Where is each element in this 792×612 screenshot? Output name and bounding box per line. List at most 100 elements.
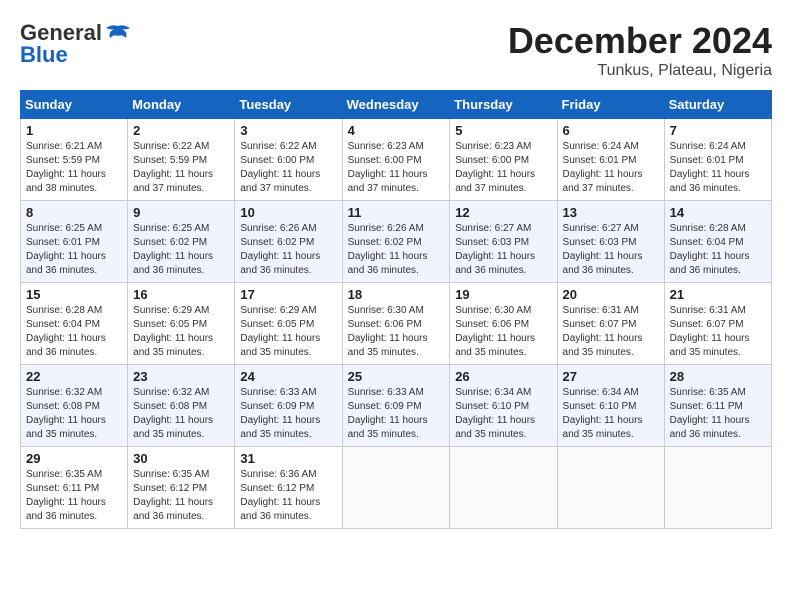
day-info: Sunrise: 6:25 AMSunset: 6:02 PMDaylight:…	[133, 223, 213, 276]
calendar-cell	[342, 447, 450, 529]
calendar-cell: 11 Sunrise: 6:26 AMSunset: 6:02 PMDaylig…	[342, 201, 450, 283]
day-number: 26	[455, 369, 551, 384]
day-number: 21	[670, 287, 766, 302]
day-number: 3	[240, 123, 336, 138]
calendar-cell: 18 Sunrise: 6:30 AMSunset: 6:06 PMDaylig…	[342, 283, 450, 365]
day-number: 4	[348, 123, 445, 138]
calendar-cell	[557, 447, 664, 529]
calendar-week-row: 8 Sunrise: 6:25 AMSunset: 6:01 PMDayligh…	[21, 201, 772, 283]
header: General Blue December 2024 Tunkus, Plate…	[20, 20, 772, 80]
day-number: 24	[240, 369, 336, 384]
calendar-header-saturday: Saturday	[664, 91, 771, 119]
day-number: 28	[670, 369, 766, 384]
calendar-cell: 10 Sunrise: 6:26 AMSunset: 6:02 PMDaylig…	[235, 201, 342, 283]
calendar-cell	[450, 447, 557, 529]
calendar-cell: 20 Sunrise: 6:31 AMSunset: 6:07 PMDaylig…	[557, 283, 664, 365]
calendar-cell: 7 Sunrise: 6:24 AMSunset: 6:01 PMDayligh…	[664, 119, 771, 201]
calendar-cell: 25 Sunrise: 6:33 AMSunset: 6:09 PMDaylig…	[342, 365, 450, 447]
day-info: Sunrise: 6:32 AMSunset: 6:08 PMDaylight:…	[133, 387, 213, 440]
calendar-cell: 19 Sunrise: 6:30 AMSunset: 6:06 PMDaylig…	[450, 283, 557, 365]
calendar-cell: 2 Sunrise: 6:22 AMSunset: 5:59 PMDayligh…	[128, 119, 235, 201]
day-number: 6	[563, 123, 659, 138]
day-info: Sunrise: 6:30 AMSunset: 6:06 PMDaylight:…	[348, 305, 428, 358]
day-number: 20	[563, 287, 659, 302]
day-number: 2	[133, 123, 229, 138]
calendar-cell: 23 Sunrise: 6:32 AMSunset: 6:08 PMDaylig…	[128, 365, 235, 447]
day-number: 10	[240, 205, 336, 220]
day-info: Sunrise: 6:34 AMSunset: 6:10 PMDaylight:…	[455, 387, 535, 440]
day-info: Sunrise: 6:29 AMSunset: 6:05 PMDaylight:…	[240, 305, 320, 358]
day-info: Sunrise: 6:33 AMSunset: 6:09 PMDaylight:…	[348, 387, 428, 440]
calendar-cell: 3 Sunrise: 6:22 AMSunset: 6:00 PMDayligh…	[235, 119, 342, 201]
day-number: 31	[240, 451, 336, 466]
day-info: Sunrise: 6:31 AMSunset: 6:07 PMDaylight:…	[670, 305, 750, 358]
calendar-cell: 9 Sunrise: 6:25 AMSunset: 6:02 PMDayligh…	[128, 201, 235, 283]
calendar-cell: 4 Sunrise: 6:23 AMSunset: 6:00 PMDayligh…	[342, 119, 450, 201]
day-info: Sunrise: 6:24 AMSunset: 6:01 PMDaylight:…	[563, 141, 643, 194]
day-number: 1	[26, 123, 122, 138]
calendar-cell: 1 Sunrise: 6:21 AMSunset: 5:59 PMDayligh…	[21, 119, 128, 201]
logo-blue-text: Blue	[20, 42, 68, 68]
day-info: Sunrise: 6:32 AMSunset: 6:08 PMDaylight:…	[26, 387, 106, 440]
day-info: Sunrise: 6:23 AMSunset: 6:00 PMDaylight:…	[348, 141, 428, 194]
location-subtitle: Tunkus, Plateau, Nigeria	[508, 62, 772, 80]
day-number: 30	[133, 451, 229, 466]
day-info: Sunrise: 6:27 AMSunset: 6:03 PMDaylight:…	[455, 223, 535, 276]
day-number: 19	[455, 287, 551, 302]
day-info: Sunrise: 6:23 AMSunset: 6:00 PMDaylight:…	[455, 141, 535, 194]
day-info: Sunrise: 6:34 AMSunset: 6:10 PMDaylight:…	[563, 387, 643, 440]
calendar-header-sunday: Sunday	[21, 91, 128, 119]
calendar-cell: 15 Sunrise: 6:28 AMSunset: 6:04 PMDaylig…	[21, 283, 128, 365]
calendar-cell: 28 Sunrise: 6:35 AMSunset: 6:11 PMDaylig…	[664, 365, 771, 447]
calendar-header-wednesday: Wednesday	[342, 91, 450, 119]
day-info: Sunrise: 6:28 AMSunset: 6:04 PMDaylight:…	[670, 223, 750, 276]
day-number: 13	[563, 205, 659, 220]
day-info: Sunrise: 6:25 AMSunset: 6:01 PMDaylight:…	[26, 223, 106, 276]
day-info: Sunrise: 6:21 AMSunset: 5:59 PMDaylight:…	[26, 141, 106, 194]
day-info: Sunrise: 6:28 AMSunset: 6:04 PMDaylight:…	[26, 305, 106, 358]
calendar-header-thursday: Thursday	[450, 91, 557, 119]
calendar-cell: 8 Sunrise: 6:25 AMSunset: 6:01 PMDayligh…	[21, 201, 128, 283]
day-info: Sunrise: 6:30 AMSunset: 6:06 PMDaylight:…	[455, 305, 535, 358]
day-number: 7	[670, 123, 766, 138]
day-number: 14	[670, 205, 766, 220]
day-info: Sunrise: 6:35 AMSunset: 6:11 PMDaylight:…	[670, 387, 750, 440]
day-number: 9	[133, 205, 229, 220]
calendar-cell: 29 Sunrise: 6:35 AMSunset: 6:11 PMDaylig…	[21, 447, 128, 529]
day-number: 29	[26, 451, 122, 466]
day-info: Sunrise: 6:35 AMSunset: 6:12 PMDaylight:…	[133, 469, 213, 522]
day-info: Sunrise: 6:35 AMSunset: 6:11 PMDaylight:…	[26, 469, 106, 522]
calendar-cell: 12 Sunrise: 6:27 AMSunset: 6:03 PMDaylig…	[450, 201, 557, 283]
day-info: Sunrise: 6:26 AMSunset: 6:02 PMDaylight:…	[240, 223, 320, 276]
day-number: 12	[455, 205, 551, 220]
day-info: Sunrise: 6:22 AMSunset: 6:00 PMDaylight:…	[240, 141, 320, 194]
calendar-cell: 6 Sunrise: 6:24 AMSunset: 6:01 PMDayligh…	[557, 119, 664, 201]
day-info: Sunrise: 6:33 AMSunset: 6:09 PMDaylight:…	[240, 387, 320, 440]
calendar-cell: 13 Sunrise: 6:27 AMSunset: 6:03 PMDaylig…	[557, 201, 664, 283]
calendar-header-monday: Monday	[128, 91, 235, 119]
day-number: 8	[26, 205, 122, 220]
day-number: 18	[348, 287, 445, 302]
day-info: Sunrise: 6:24 AMSunset: 6:01 PMDaylight:…	[670, 141, 750, 194]
day-number: 15	[26, 287, 122, 302]
calendar-cell: 16 Sunrise: 6:29 AMSunset: 6:05 PMDaylig…	[128, 283, 235, 365]
calendar-cell: 22 Sunrise: 6:32 AMSunset: 6:08 PMDaylig…	[21, 365, 128, 447]
calendar-cell: 24 Sunrise: 6:33 AMSunset: 6:09 PMDaylig…	[235, 365, 342, 447]
calendar-header-row: SundayMondayTuesdayWednesdayThursdayFrid…	[21, 91, 772, 119]
day-number: 27	[563, 369, 659, 384]
calendar-cell: 5 Sunrise: 6:23 AMSunset: 6:00 PMDayligh…	[450, 119, 557, 201]
calendar-cell: 14 Sunrise: 6:28 AMSunset: 6:04 PMDaylig…	[664, 201, 771, 283]
calendar-week-row: 15 Sunrise: 6:28 AMSunset: 6:04 PMDaylig…	[21, 283, 772, 365]
calendar-week-row: 22 Sunrise: 6:32 AMSunset: 6:08 PMDaylig…	[21, 365, 772, 447]
day-number: 22	[26, 369, 122, 384]
calendar-cell: 21 Sunrise: 6:31 AMSunset: 6:07 PMDaylig…	[664, 283, 771, 365]
calendar-cell: 31 Sunrise: 6:36 AMSunset: 6:12 PMDaylig…	[235, 447, 342, 529]
calendar-table: SundayMondayTuesdayWednesdayThursdayFrid…	[20, 90, 772, 529]
day-number: 16	[133, 287, 229, 302]
day-number: 5	[455, 123, 551, 138]
day-info: Sunrise: 6:36 AMSunset: 6:12 PMDaylight:…	[240, 469, 320, 522]
calendar-week-row: 29 Sunrise: 6:35 AMSunset: 6:11 PMDaylig…	[21, 447, 772, 529]
day-number: 17	[240, 287, 336, 302]
day-info: Sunrise: 6:29 AMSunset: 6:05 PMDaylight:…	[133, 305, 213, 358]
logo: General Blue	[20, 20, 134, 68]
